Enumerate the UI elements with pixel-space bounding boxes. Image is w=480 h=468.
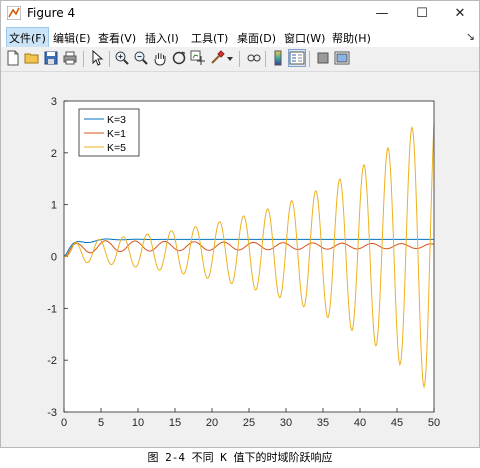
brush-icon[interactable] <box>209 50 225 66</box>
toolbar-separator <box>239 51 240 67</box>
x-tick-label: 30 <box>280 417 292 429</box>
y-tick-label: -1 <box>47 303 57 315</box>
dock-arrow-icon[interactable]: ↘ <box>466 30 475 43</box>
open-file-icon[interactable] <box>24 50 40 66</box>
rotate-3d-icon[interactable] <box>171 50 187 66</box>
menu-window[interactable]: 窗口(W) <box>284 30 325 46</box>
legend-label: K=1 <box>107 128 126 140</box>
menu-file[interactable]: 文件(F) <box>6 27 49 48</box>
y-tick-label: -2 <box>47 355 57 367</box>
menu-edit[interactable]: 编辑(E) <box>53 30 91 46</box>
menu-tools[interactable]: 工具(T) <box>191 30 228 46</box>
pan-hand-icon[interactable] <box>152 50 168 66</box>
menu-bar: 文件(F) 编辑(E) 查看(V) 插入(I) 工具(T) 桌面(D) 窗口(W… <box>1 27 479 48</box>
matlab-app-icon <box>7 6 21 20</box>
x-tick-label: 35 <box>317 417 329 429</box>
x-tick-label: 40 <box>354 417 366 429</box>
y-tick-label: 1 <box>51 200 57 212</box>
toolbar-separator <box>83 51 84 67</box>
print-icon[interactable] <box>62 50 78 66</box>
close-button[interactable]: ✕ <box>441 1 479 27</box>
window-title: Figure 4 <box>27 6 76 20</box>
x-tick-label: 5 <box>98 417 104 429</box>
show-plot-tools-icon[interactable] <box>334 50 350 66</box>
menu-insert[interactable]: 插入(I) <box>145 30 179 46</box>
x-tick-label: 45 <box>391 417 403 429</box>
hide-plot-tools-icon[interactable] <box>315 50 331 66</box>
insert-colorbar-icon[interactable] <box>270 50 286 66</box>
zoom-out-icon[interactable] <box>133 50 149 66</box>
toolbar-separator <box>309 51 310 67</box>
y-tick-label: 0 <box>51 252 57 264</box>
x-tick-label: 15 <box>169 417 181 429</box>
menu-view[interactable]: 查看(V) <box>98 30 136 46</box>
y-tick-label: 2 <box>51 148 57 160</box>
title-bar[interactable]: Figure 4 — ☐ ✕ <box>1 1 479 27</box>
legend-label: K=5 <box>107 142 126 154</box>
menu-help[interactable]: 帮助(H) <box>332 30 371 46</box>
toolbar-separator <box>265 51 266 67</box>
figure-canvas: 0 5 10 15 20 25 30 35 40 45 50 -3 -2 -1 0 1 2 3 K=3 K=1 K=5 <box>1 72 479 447</box>
minimize-button[interactable]: — <box>363 1 401 27</box>
legend-label: K=3 <box>107 114 126 126</box>
pointer-icon[interactable] <box>89 50 105 66</box>
menu-desktop[interactable]: 桌面(D) <box>237 30 276 46</box>
data-cursor-icon[interactable] <box>190 50 206 66</box>
x-tick-label: 10 <box>132 417 144 429</box>
maximize-button[interactable]: ☐ <box>403 1 441 27</box>
figure-window: Figure 4 — ☐ ✕ 文件(F) 编辑(E) 查看(V) 插入(I) 工… <box>0 0 480 448</box>
legend[interactable]: K=3 K=1 K=5 <box>78 108 140 157</box>
figure-toolbar <box>1 47 479 72</box>
x-tick-label: 25 <box>243 417 255 429</box>
insert-legend-icon[interactable] <box>288 49 306 67</box>
x-tick-label: 0 <box>61 417 67 429</box>
save-icon[interactable] <box>43 50 59 66</box>
y-tick-label: -3 <box>47 407 57 419</box>
new-figure-icon[interactable] <box>5 50 21 66</box>
x-tick-label: 20 <box>206 417 218 429</box>
y-tick-label: 3 <box>51 96 57 108</box>
step-response-plot[interactable]: 0 5 10 15 20 25 30 35 40 45 50 -3 -2 -1 0 1 2 3 K=3 K=1 K=5 <box>1 72 479 447</box>
x-tick-label: 50 <box>428 417 440 429</box>
brush-dropdown-icon[interactable] <box>227 57 233 61</box>
link-plot-icon[interactable] <box>246 50 262 66</box>
zoom-in-icon[interactable] <box>114 50 130 66</box>
toolbar-separator <box>109 51 110 67</box>
figure-caption: 图 2-4 不同 K 值下的时域阶跃响应 <box>147 451 333 464</box>
